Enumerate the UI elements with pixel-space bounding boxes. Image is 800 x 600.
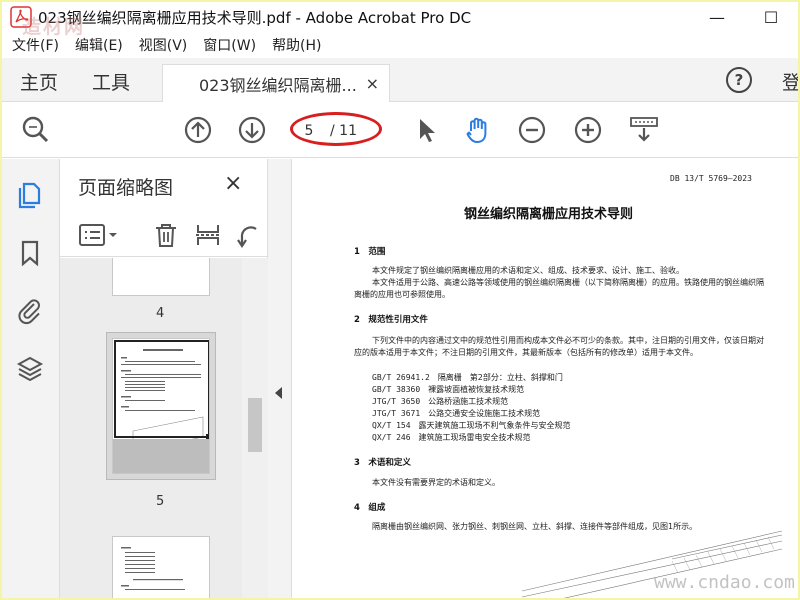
reference-item: QX/T 246 建筑施工现场雷电安全技术规范 <box>372 432 531 443</box>
select-cursor-icon[interactable] <box>410 114 442 146</box>
acrobat-window: 023钢丝编织隔离栅应用技术导则.pdf - Adobe Acrobat Pro… <box>2 2 798 598</box>
reference-code: QX/T 246 <box>372 433 411 442</box>
zoom-in-icon[interactable] <box>572 114 604 146</box>
reference-item: GB/T 26941.2 隔离栅 第2部分：立柱、斜撑和门 <box>372 372 563 383</box>
section-3-heading: 3 术语和定义 <box>354 458 411 468</box>
reference-code: QX/T 154 <box>372 421 411 430</box>
current-page-input[interactable] <box>292 118 326 144</box>
zoom-out-icon[interactable] <box>516 114 548 146</box>
rotate-page-icon[interactable] <box>234 221 262 249</box>
maximize-button[interactable]: ☐ <box>744 2 798 32</box>
page-thumbnails-panel: 页面缩略图 × 4 5 <box>60 159 268 598</box>
bookmark-icon[interactable] <box>16 239 44 267</box>
reference-name: 建筑施工现场雷电安全技术规范 <box>418 433 531 442</box>
section-1-paragraph-2: 本文件适用于公路、高速公路等领域使用的钢丝编织隔离栅（以下简称隔离栅）的应用。铁… <box>354 278 764 299</box>
thumbnail-page-5-label: 5 <box>156 494 165 509</box>
document-tab-label: 023钢丝编织隔离栅... <box>199 75 357 95</box>
total-pages: / 11 <box>330 123 357 139</box>
attachment-icon[interactable] <box>16 297 44 325</box>
watermark-bottom-right: www.cndao.com <box>654 572 795 593</box>
reference-code: GB/T 38360 <box>372 385 421 394</box>
page-thumbnails-icon[interactable] <box>16 181 44 209</box>
reference-code: JTG/T 3671 <box>372 409 421 418</box>
thumbnail-list: 4 5 <box>60 258 268 598</box>
main-toolbar: / 11 <box>2 102 798 158</box>
reference-name: 露天建筑施工现场不利气象条件与安全规范 <box>418 421 571 430</box>
minimize-button[interactable]: — <box>690 2 744 32</box>
document-view[interactable]: DB 13/T 5769—2023 钢丝编织隔离栅应用技术导则 1 范围 本文件… <box>292 159 798 598</box>
reference-name: 公路交通安全设施施工技术规范 <box>428 409 541 418</box>
keyboard-scroll-icon[interactable] <box>628 114 660 146</box>
tab-tools[interactable]: 工具 <box>92 68 130 95</box>
watermark-top-left: 造材网 <box>22 16 86 38</box>
next-page-icon[interactable] <box>236 114 268 146</box>
thumbnails-panel-title: 页面缩略图 <box>78 177 174 199</box>
delete-page-icon[interactable] <box>152 221 180 249</box>
tab-document[interactable]: 023钢丝编织隔离栅... × <box>162 64 390 102</box>
hand-tool-icon[interactable] <box>462 114 494 146</box>
section-2-heading: 2 规范性引用文件 <box>354 315 428 325</box>
menu-view[interactable]: 视图(V) <box>139 35 188 55</box>
thumbnail-page-4[interactable] <box>112 258 210 296</box>
reference-name: 裸露坡面植被恢复技术规范 <box>428 385 525 394</box>
section-3-paragraph-1: 本文件没有需要界定的术语和定义。 <box>372 478 500 487</box>
extract-pages-icon[interactable] <box>194 221 222 249</box>
thumbnail-scrollbar-thumb[interactable] <box>248 398 262 452</box>
standard-number: DB 13/T 5769—2023 <box>670 174 752 183</box>
window-title: 023钢丝编织隔离栅应用技术导则.pdf - Adobe Acrobat Pro… <box>38 8 472 27</box>
thumbnail-page-4-label: 4 <box>156 306 165 321</box>
reference-code: GB/T 26941.2 <box>372 373 430 382</box>
reference-name: 隔离栅 第2部分：立柱、斜撑和门 <box>437 373 563 382</box>
thumbnail-page-6[interactable] <box>112 536 210 598</box>
title-bar: 023钢丝编织隔离栅应用技术导则.pdf - Adobe Acrobat Pro… <box>2 2 798 32</box>
document-title: 钢丝编织隔离栅应用技术导则 <box>464 207 634 222</box>
tab-bar: 主页 工具 023钢丝编织隔离栅... × ? 登 <box>2 58 798 102</box>
login-link[interactable]: 登 <box>782 68 798 95</box>
reference-code: JTG/T 3650 <box>372 397 421 406</box>
window-controls: — ☐ <box>690 2 798 32</box>
left-navigation-rail <box>2 159 60 598</box>
page-navigator: / 11 <box>292 116 378 146</box>
previous-page-icon[interactable] <box>182 114 214 146</box>
tab-home[interactable]: 主页 <box>20 68 58 95</box>
reference-item: QX/T 154 露天建筑施工现场不利气象条件与安全规范 <box>372 420 571 431</box>
menu-bar: 文件(F) 编辑(E) 视图(V) 窗口(W) 帮助(H) <box>2 32 798 58</box>
close-tab-icon[interactable]: × <box>366 74 379 93</box>
section-1-heading: 1 范围 <box>354 247 386 257</box>
panel-collapse-handle[interactable] <box>268 159 292 598</box>
help-icon[interactable]: ? <box>726 67 752 93</box>
search-zoom-icon[interactable] <box>20 114 52 146</box>
section-2-paragraph-1: 下列文件中的内容通过文中的规范性引用而构成本文件必不可少的条款。其中，注日期的引… <box>354 336 764 357</box>
thumbnail-toolbar <box>60 211 268 257</box>
close-panel-icon[interactable]: × <box>224 171 242 196</box>
menu-window[interactable]: 窗口(W) <box>203 35 256 55</box>
thumbnail-page-5[interactable] <box>112 338 210 474</box>
reference-item: JTG/T 3650 公路桥涵施工技术规范 <box>372 396 508 407</box>
reference-item: JTG/T 3671 公路交通安全设施施工技术规范 <box>372 408 540 419</box>
menu-help[interactable]: 帮助(H) <box>272 35 321 55</box>
thumbnail-options-icon[interactable] <box>78 221 122 249</box>
reference-item: GB/T 38360 裸露坡面植被恢复技术规范 <box>372 384 524 395</box>
collapse-arrow-icon <box>275 387 282 399</box>
section-1-paragraph-1: 本文件规定了钢丝编织隔离栅应用的术语和定义、组成、技术要求、设计、施工、验收。 <box>372 266 684 275</box>
layers-icon[interactable] <box>16 355 44 383</box>
reference-name: 公路桥涵施工技术规范 <box>428 397 509 406</box>
